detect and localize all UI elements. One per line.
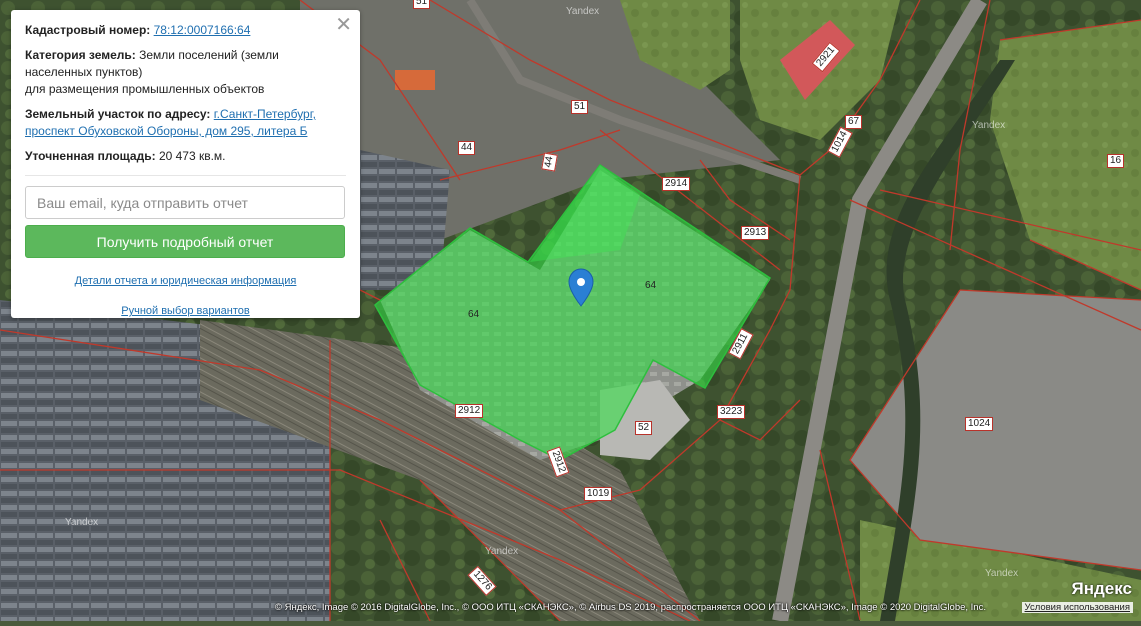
parcel-label[interactable]: 2913: [741, 226, 770, 240]
address-row: Земельный участок по адресу: г.Санкт-Пет…: [25, 106, 346, 140]
parcel-info-popup: ✕ Кадастровый номер: 78:12:0007166:64 Ка…: [11, 10, 360, 318]
watermark: Yandex: [566, 6, 600, 17]
watermark: Yandex: [485, 546, 519, 557]
parcel-label[interactable]: 64: [643, 280, 658, 292]
manual-selection-link[interactable]: Ручной выбор вариантов: [25, 303, 346, 320]
email-input[interactable]: [25, 186, 345, 219]
parcel-label[interactable]: 1024: [965, 417, 994, 431]
parcel-label[interactable]: 44: [541, 152, 558, 172]
watermark: Yandex: [985, 568, 1019, 579]
get-report-button[interactable]: Получить подробный отчет: [25, 225, 345, 258]
parcel-label[interactable]: 67: [845, 115, 863, 129]
report-details-link[interactable]: Детали отчета и юридическая информация: [25, 273, 346, 290]
area-row: Уточненная площадь: 20 473 кв.м.: [25, 148, 346, 165]
cadastral-number-link[interactable]: 78:12:0007166:64: [154, 23, 251, 37]
parcel-label[interactable]: 16: [1107, 154, 1125, 168]
terms-of-use-link[interactable]: Условия использования: [1021, 602, 1133, 613]
parcel-label[interactable]: 44: [458, 141, 476, 155]
area-value: 20 473 кв.м.: [158, 149, 226, 163]
parcel-label[interactable]: 3223: [717, 405, 746, 419]
parcel-label[interactable]: 51: [571, 100, 589, 114]
land-category-label: Категория земель:: [25, 48, 136, 62]
parcel-label[interactable]: 2912: [455, 404, 484, 418]
close-icon[interactable]: ✕: [335, 14, 352, 36]
parcel-label[interactable]: 2914: [662, 177, 691, 191]
divider: [25, 175, 346, 176]
address-label: Земельный участок по адресу:: [25, 107, 211, 121]
land-category-purpose: для размещения промышленных объектов: [25, 82, 265, 96]
parcel-label[interactable]: 1019: [584, 487, 613, 501]
land-category-row: Категория земель: Земли поселений (земли…: [25, 47, 346, 98]
parcel-label[interactable]: 51: [413, 0, 431, 9]
area-label: Уточненная площадь:: [25, 149, 156, 163]
yandex-logo: Яндекс: [1071, 579, 1132, 598]
cadastral-number-row: Кадастровый номер: 78:12:0007166:64: [25, 22, 346, 39]
map-attribution: © Яндекс, Image © 2016 DigitalGlobe, Inc…: [275, 602, 986, 613]
parcel-label[interactable]: 52: [635, 421, 653, 435]
cadastral-number-label: Кадастровый номер:: [25, 23, 151, 37]
watermark: Yandex: [972, 120, 1006, 131]
parcel-label[interactable]: 64: [466, 309, 481, 321]
watermark: Yandex: [65, 517, 99, 528]
